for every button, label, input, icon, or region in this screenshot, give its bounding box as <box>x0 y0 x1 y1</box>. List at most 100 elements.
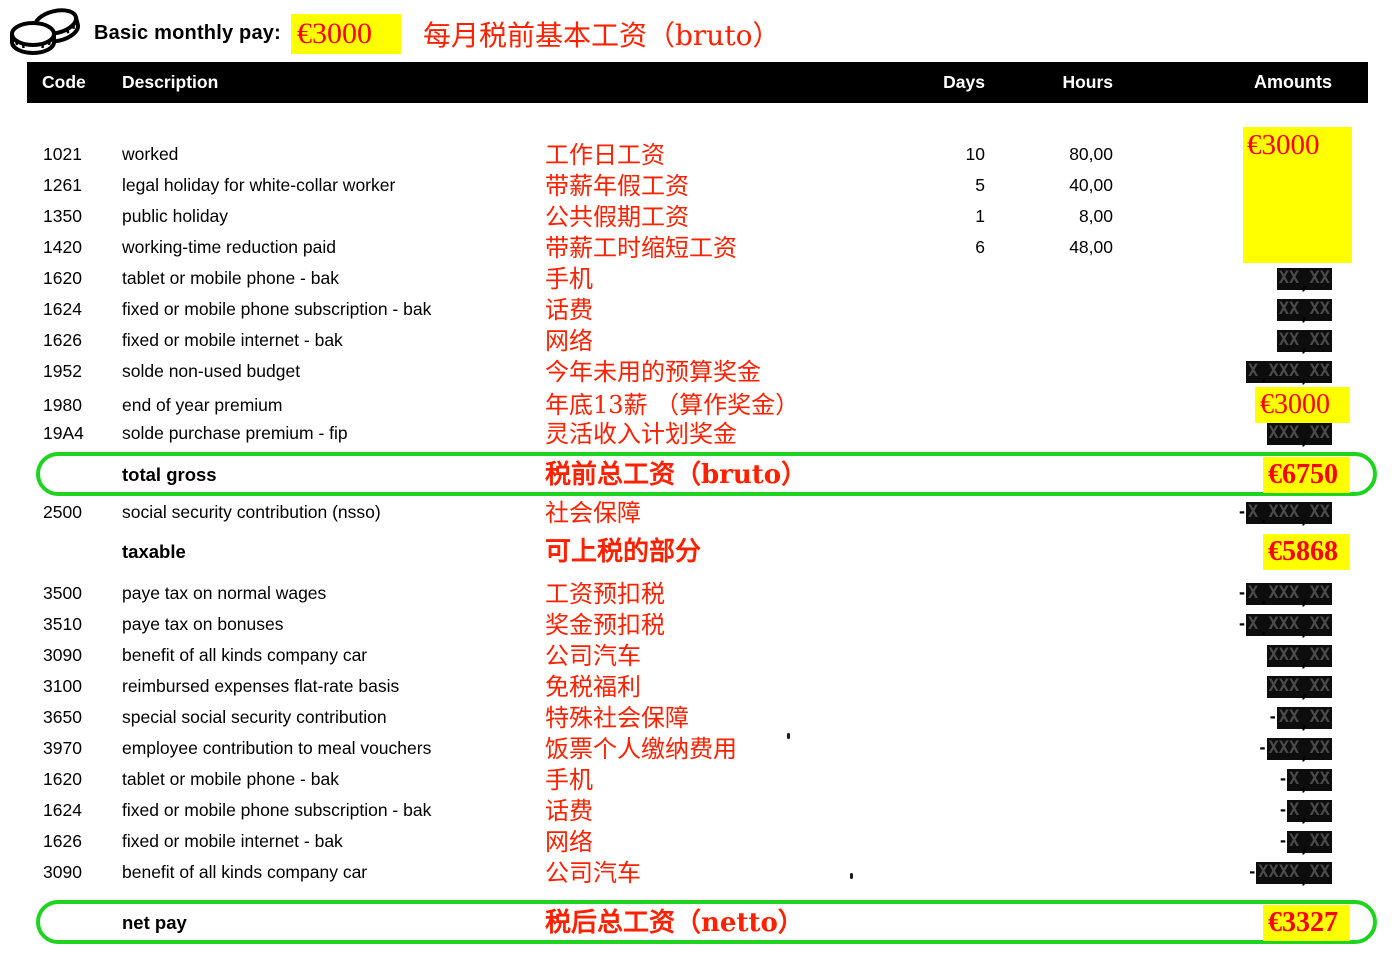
row-description: total gross <box>122 464 545 486</box>
table-row: 1626fixed or mobile internet - bak网络XX,X… <box>27 325 1368 356</box>
row-description-zh: 年底13薪 （算作奖金） <box>545 393 895 417</box>
row-description-zh: 特殊社会保障 <box>545 706 895 730</box>
redacted-separator: . <box>1258 509 1268 528</box>
redacted-amount: X.XXX,XX <box>1246 583 1332 605</box>
row-code: 1952 <box>27 361 122 382</box>
row-description: fixed or mobile phone subscription - bak <box>122 299 545 320</box>
redacted-separator: , <box>1299 368 1309 387</box>
row-hours: 48,00 <box>985 237 1113 258</box>
basic-pay-label-zh: 每月税前基本工资（bruto） <box>423 14 780 54</box>
row-code: 3090 <box>27 645 122 666</box>
redacted-amount: XXX,XX <box>1267 738 1333 760</box>
row-description-zh: 工资预扣税 <box>545 582 895 606</box>
redacted-amount: XXX,XX <box>1267 676 1333 698</box>
row-code: 1021 <box>27 144 122 165</box>
row-amount: XX,XX <box>1113 299 1368 321</box>
row-days: 1 <box>895 206 985 227</box>
row-description: solde purchase premium - fip <box>122 423 545 444</box>
row-description: solde non-used budget <box>122 361 545 382</box>
row-description-zh: 税前总工资（bruto） <box>545 462 895 488</box>
row-code: 1350 <box>27 206 122 227</box>
row-description: taxable <box>122 541 545 563</box>
minus-sign: - <box>1280 768 1286 788</box>
row-description: employee contribution to meal vouchers <box>122 738 545 759</box>
summary-row-taxable: taxable可上税的部分€5868 <box>27 534 1368 570</box>
redacted-amount: X,XX <box>1287 769 1332 791</box>
row-description-zh: 话费 <box>545 799 895 823</box>
summary-row-net-pay: net pay税后总工资（netto）€3327 <box>27 905 1368 939</box>
row-hours: 8,00 <box>985 206 1113 227</box>
row-description-zh: 工作日工资 <box>545 143 895 167</box>
redacted-separator: . <box>1258 590 1268 609</box>
row-description-zh: 今年未用的预算奖金 <box>545 360 895 384</box>
redacted-separator: , <box>1299 337 1309 356</box>
row-code: 3500 <box>27 583 122 604</box>
table-row: 3500paye tax on normal wages工资预扣税-X.XXX,… <box>27 578 1368 609</box>
redacted-separator: , <box>1299 838 1309 857</box>
row-description-zh: 饭票个人缴纳费用 <box>545 737 895 761</box>
row-days: 5 <box>895 175 985 196</box>
redacted-separator: , <box>1299 714 1309 733</box>
row-code: 1624 <box>27 299 122 320</box>
table-row: 1624fixed or mobile phone subscription -… <box>27 294 1368 325</box>
row-code: 3650 <box>27 707 122 728</box>
row-code: 1261 <box>27 175 122 196</box>
table-row: 1624fixed or mobile phone subscription -… <box>27 795 1368 826</box>
row-description-zh: 手机 <box>545 768 895 792</box>
row-description: legal holiday for white-collar worker <box>122 175 545 196</box>
redacted-separator: , <box>1299 621 1309 640</box>
minus-sign: - <box>1260 737 1266 757</box>
row-amount: -X.XXX,XX <box>1113 501 1368 524</box>
group-amount-highlight: €3000 <box>1243 127 1352 263</box>
row-description: fixed or mobile internet - bak <box>122 831 545 852</box>
minus-sign: - <box>1280 799 1286 819</box>
row-description: reimbursed expenses flat-rate basis <box>122 676 545 697</box>
row-amount: XXX,XX <box>1113 423 1368 445</box>
table-row: 2500social security contribution (nsso)社… <box>27 497 1368 528</box>
row-days: 6 <box>895 237 985 258</box>
minus-sign: - <box>1270 706 1276 726</box>
redacted-amount: X.XXX,XX <box>1246 361 1332 383</box>
row-description-zh: 奖金预扣税 <box>545 613 895 637</box>
redacted-separator: . <box>1258 368 1268 387</box>
minus-sign: - <box>1280 830 1286 850</box>
row-description: fixed or mobile internet - bak <box>122 330 545 351</box>
table-row: 1980end of year premium年底13薪 （算作奖金）€3000 <box>27 387 1368 418</box>
row-code: 1626 <box>27 330 122 351</box>
column-header-hours: Hours <box>985 72 1113 93</box>
column-header-amounts: Amounts <box>1113 72 1368 93</box>
row-amount: -X.XXX,XX <box>1113 582 1368 605</box>
row-amount: XXX,XX <box>1113 645 1368 667</box>
redacted-amount: X.XXX,XX <box>1246 502 1332 524</box>
column-header-code: Code <box>27 72 122 93</box>
row-code: 1420 <box>27 237 122 258</box>
group-amount-value: €3000 <box>1243 127 1352 162</box>
row-amount: €5868 <box>1113 534 1368 570</box>
basic-pay-banner: Basic monthly pay: €3000 每月税前基本工资（bruto） <box>8 4 780 63</box>
minus-sign: - <box>1239 501 1245 521</box>
row-amount: -X,XX <box>1113 830 1368 853</box>
row-description-zh: 社会保障 <box>545 501 895 525</box>
row-code: 3970 <box>27 738 122 759</box>
table-row: 3100reimbursed expenses flat-rate basis免… <box>27 671 1368 702</box>
redacted-amount: XX,XX <box>1277 330 1332 352</box>
redacted-amount: XXXX,XX <box>1256 862 1332 884</box>
row-code: 1620 <box>27 268 122 289</box>
row-code: 3090 <box>27 862 122 883</box>
redacted-separator: , <box>1299 590 1309 609</box>
summary-row-total-gross: total gross税前总工资（bruto）€6750 <box>27 457 1368 491</box>
redacted-separator: , <box>1299 869 1309 888</box>
row-description: working-time reduction paid <box>122 237 545 258</box>
table-row: 1620tablet or mobile phone - bak手机XX,XX <box>27 263 1368 294</box>
column-header-description: Description <box>122 72 545 93</box>
redacted-separator: , <box>1299 430 1309 449</box>
redacted-separator: , <box>1299 745 1309 764</box>
table-row: 1021worked工作日工资1080,00 <box>27 139 1368 170</box>
row-code: 3100 <box>27 676 122 697</box>
redacted-separator: , <box>1299 652 1309 671</box>
row-code: 19A4 <box>27 423 122 444</box>
table-row: 1620tablet or mobile phone - bak手机-X,XX <box>27 764 1368 795</box>
redacted-separator: , <box>1299 683 1309 702</box>
redacted-amount: XX,XX <box>1277 707 1332 729</box>
row-hours: 40,00 <box>985 175 1113 196</box>
